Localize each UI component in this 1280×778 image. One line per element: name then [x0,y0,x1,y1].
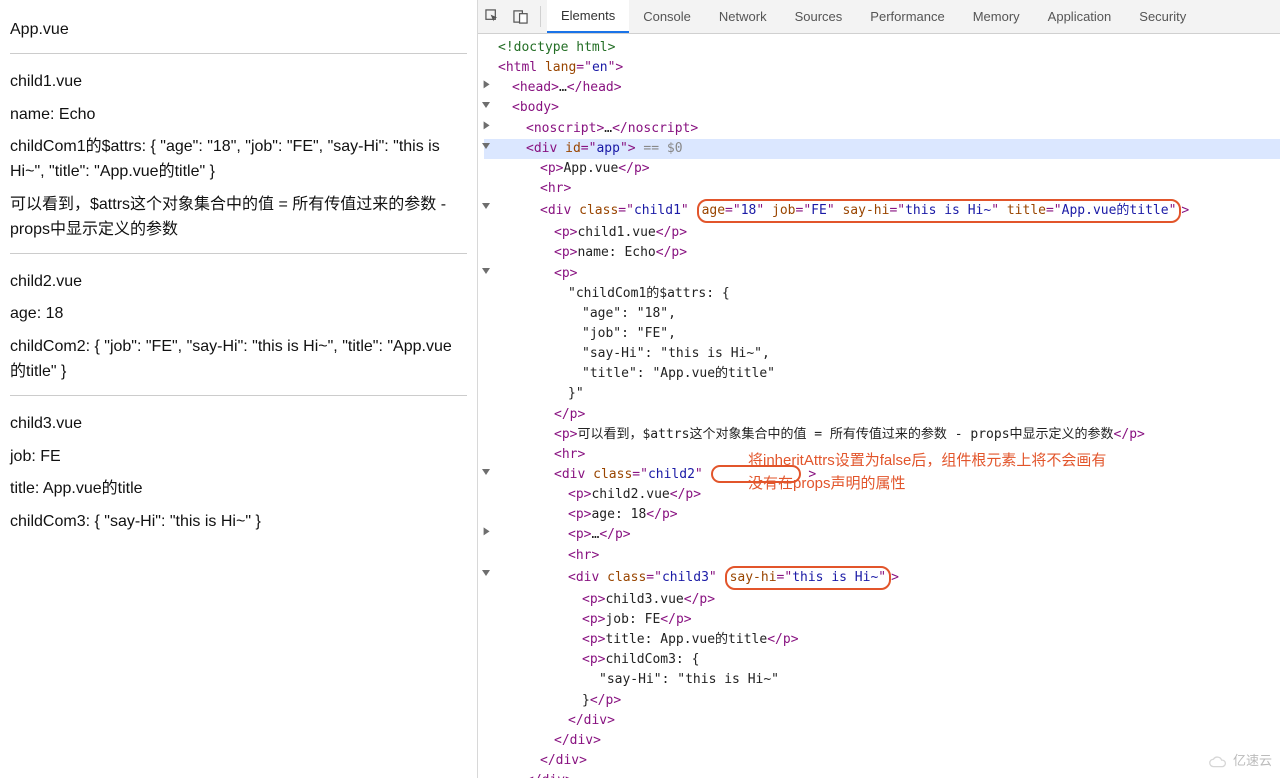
caret-icon[interactable] [482,143,490,149]
tab-memory[interactable]: Memory [959,0,1034,33]
highlight-child1-attrs: age="18" job="FE" say-hi="this is Hi~" t… [697,199,1182,223]
divider [10,395,467,396]
dom-attrs-l1[interactable]: "childCom1的$attrs: { [484,284,1280,304]
dom-div-child1[interactable]: <div class="child1" age="18" job="FE" sa… [484,199,1280,223]
child3-heading: child3.vue [10,412,467,437]
dom-p-childcom3-close[interactable]: }</p> [484,691,1280,711]
devtools-tabbar: Elements Console Network Sources Perform… [478,0,1280,34]
dom-tree[interactable]: <!doctype html> <html lang="en"> <head>…… [478,34,1280,778]
dom-head[interactable]: <head>…</head> [484,78,1280,98]
dom-doctype[interactable]: <!doctype html> [484,38,1280,58]
app-heading: App.vue [10,18,467,43]
tab-application[interactable]: Application [1034,0,1126,33]
dom-div-child1-close[interactable]: </div> [484,751,1280,771]
dom-hr[interactable]: <hr> [484,179,1280,199]
dom-attrs-l6[interactable]: }" [484,384,1280,404]
child1-heading: child1.vue [10,70,467,95]
inspect-icon[interactable] [478,0,506,33]
caret-icon[interactable] [484,121,490,129]
dom-noscript[interactable]: <noscript>…</noscript> [484,119,1280,139]
dom-p-appvue[interactable]: <p>App.vue</p> [484,159,1280,179]
tab-performance[interactable]: Performance [856,0,958,33]
dom-p-childcom3-l2[interactable]: "say-Hi": "this is Hi~" [484,670,1280,690]
dom-p-childcom3-open[interactable]: <p>childCom3: { [484,650,1280,670]
caret-icon[interactable] [482,102,490,108]
dom-div-child3-close[interactable]: </div> [484,711,1280,731]
child2-attrs: childCom2: { "job": "FE", "say-Hi": "thi… [10,335,467,385]
child2-age: age: 18 [10,302,467,327]
child1-note: 可以看到，$attrs这个对象集合中的值 = 所有传值过来的参数 - props… [10,193,467,243]
dom-attrs-l5[interactable]: "title": "App.vue的title" [484,364,1280,384]
dom-hr[interactable]: <hr> [484,546,1280,566]
dom-div-app-close[interactable]: </div> [484,771,1280,778]
divider [10,253,467,254]
dom-p-age18[interactable]: <p>age: 18</p> [484,505,1280,525]
caret-icon[interactable] [482,203,490,209]
annotation-inheritattrs: 将inheritAttrs设置为false后，组件根元素上将不会画有 没有在pr… [748,450,1268,495]
dom-p-collapsed[interactable]: <p>…</p> [484,525,1280,545]
dom-p-child1[interactable]: <p>child1.vue</p> [484,223,1280,243]
child1-attrs: childCom1的$attrs: { "age": "18", "job": … [10,135,467,185]
highlight-child3-attrs: say-hi="this is Hi~" [725,566,892,590]
caret-icon[interactable] [484,528,490,536]
tab-network[interactable]: Network [705,0,781,33]
dom-attrs-l4[interactable]: "say-Hi": "this is Hi~", [484,344,1280,364]
divider [10,53,467,54]
child1-name: name: Echo [10,103,467,128]
tabbar-divider [540,6,541,27]
caret-icon[interactable] [482,469,490,475]
tab-sources[interactable]: Sources [781,0,857,33]
dom-p-title[interactable]: <p>title: App.vue的title</p> [484,630,1280,650]
tab-elements[interactable]: Elements [547,0,629,33]
child3-job: job: FE [10,445,467,470]
dom-p-name-echo[interactable]: <p>name: Echo</p> [484,243,1280,263]
child2-heading: child2.vue [10,270,467,295]
caret-icon[interactable] [482,268,490,274]
dom-div-app[interactable]: ⋯ <div id="app"> == $0 [484,139,1280,159]
dom-p-attrs-close[interactable]: </p> [484,405,1280,425]
dom-p-note[interactable]: <p>可以看到，$attrs这个对象集合中的值 = 所有传值过来的参数 - pr… [484,425,1280,445]
tab-console[interactable]: Console [629,0,705,33]
watermark: 亿速云 [1207,752,1272,772]
dom-div-child3[interactable]: <div class="child3" say-hi="this is Hi~"… [484,566,1280,590]
child3-title: title: App.vue的title [10,477,467,502]
devtools-panel: Elements Console Network Sources Perform… [478,0,1280,778]
dom-p-child3[interactable]: <p>child3.vue</p> [484,590,1280,610]
dom-p-attrs-open[interactable]: <p> [484,264,1280,284]
dom-p-jobfe[interactable]: <p>job: FE</p> [484,610,1280,630]
dom-div-child2-close[interactable]: </div> [484,731,1280,751]
dom-html-open[interactable]: <html lang="en"> [484,58,1280,78]
dom-attrs-l2[interactable]: "age": "18", [484,304,1280,324]
caret-icon[interactable] [482,570,490,576]
rendered-app-panel: App.vue child1.vue name: Echo childCom1的… [0,0,478,778]
dom-attrs-l3[interactable]: "job": "FE", [484,324,1280,344]
caret-icon[interactable] [484,81,490,89]
dom-body-open[interactable]: <body> [484,98,1280,118]
cloud-icon [1207,755,1229,769]
device-toolbar-icon[interactable] [506,0,534,33]
child3-attrs: childCom3: { "say-Hi": "this is Hi~" } [10,510,467,535]
tab-security[interactable]: Security [1125,0,1200,33]
